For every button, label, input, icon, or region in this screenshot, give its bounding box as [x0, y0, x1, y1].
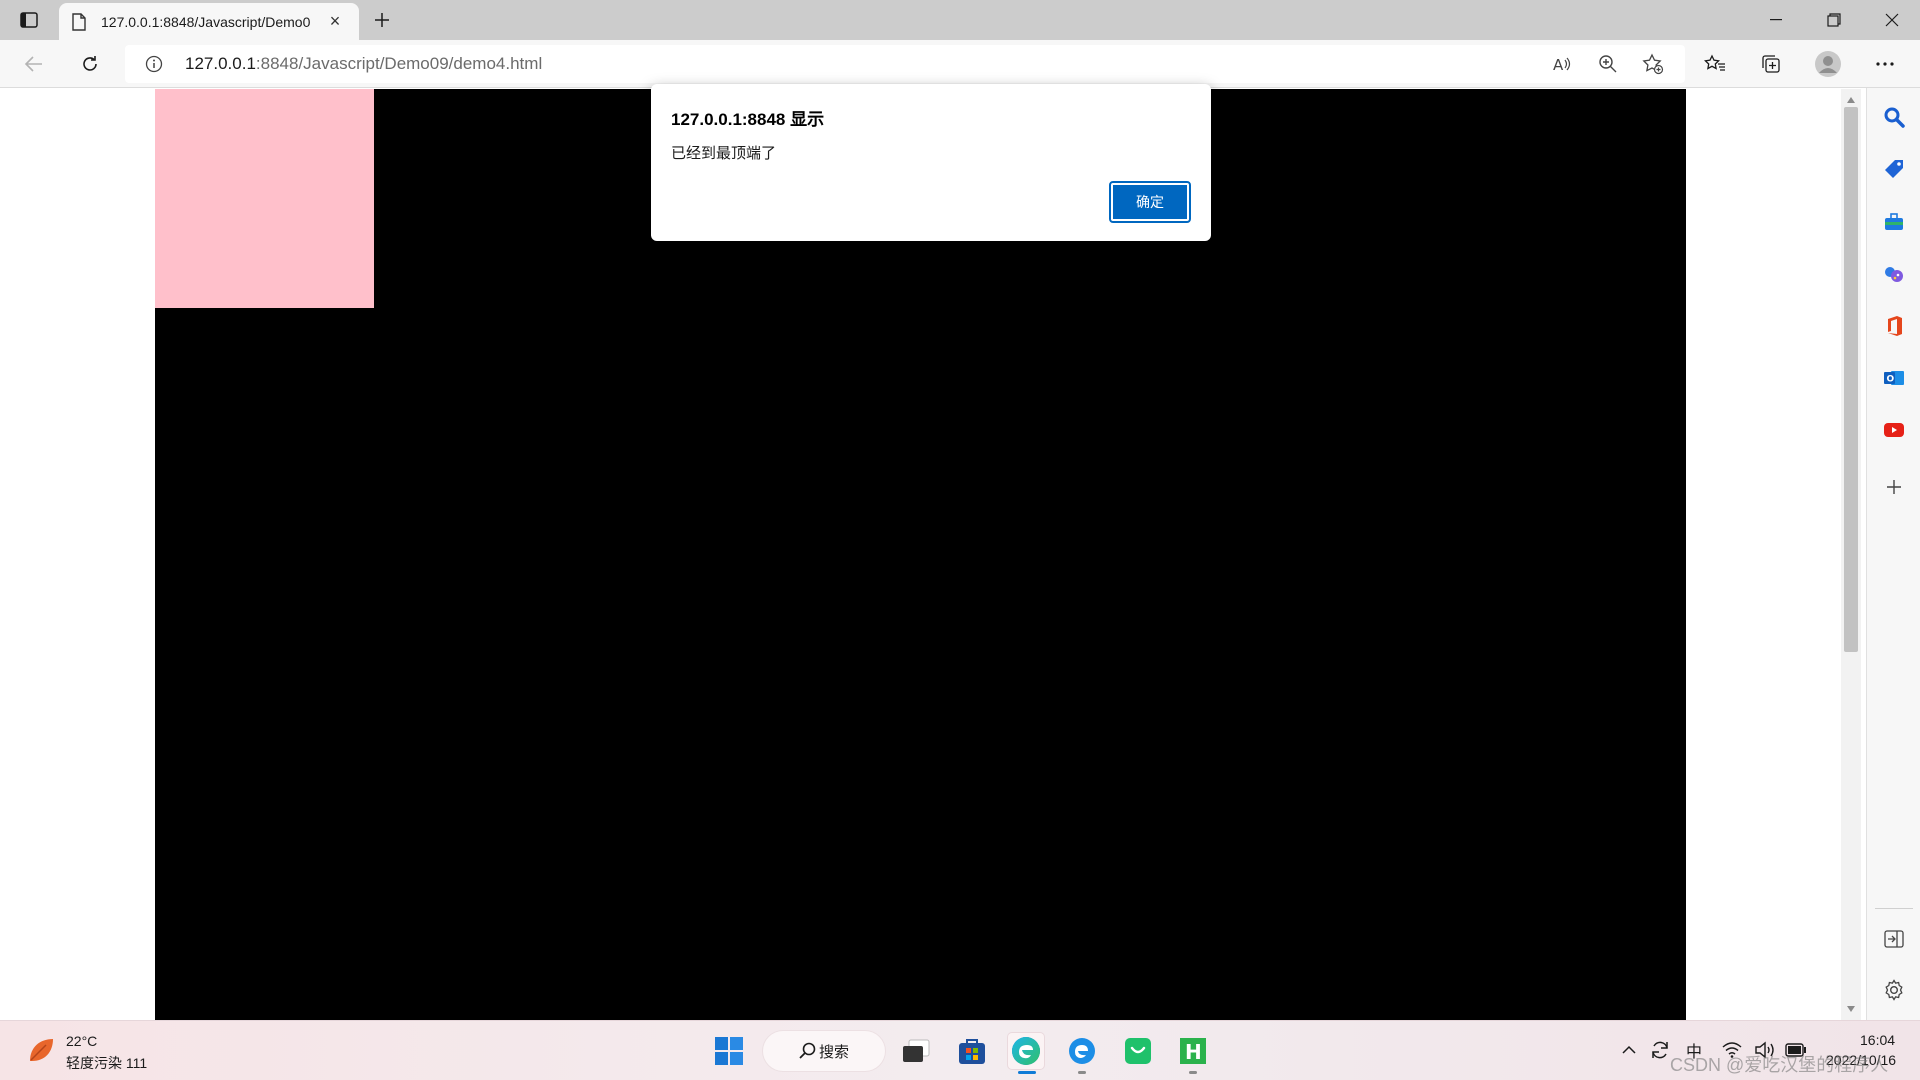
collections-icon[interactable]: [1755, 48, 1787, 80]
taskbar-search[interactable]: 搜索: [763, 1031, 885, 1071]
office-icon[interactable]: [1880, 312, 1908, 340]
scroll-down-arrow[interactable]: [1847, 1006, 1855, 1012]
svg-text:H: H: [1185, 1040, 1202, 1064]
tab-bar: 127.0.0.1:8848/Javascript/Demo0 ×: [0, 0, 1920, 40]
task-view-icon[interactable]: [898, 1033, 934, 1069]
settings-gear-icon[interactable]: [1880, 976, 1908, 1004]
ie-running-indicator: [1078, 1071, 1086, 1074]
youtube-icon[interactable]: [1880, 416, 1908, 444]
refresh-icon[interactable]: [74, 48, 106, 80]
ie-edge-icon[interactable]: [1064, 1033, 1100, 1069]
url-path: :8848/Javascript/Demo09/demo4.html: [255, 54, 543, 73]
hbuilder-icon[interactable]: H: [1175, 1033, 1211, 1069]
chevron-up-icon[interactable]: [1616, 1037, 1642, 1063]
back-arrow-icon[interactable]: [18, 48, 50, 80]
alert-title: 127.0.0.1:8848 显示: [671, 110, 825, 129]
games-icon[interactable]: [1880, 260, 1908, 288]
add-icon[interactable]: [1880, 473, 1908, 501]
more-icon[interactable]: [1869, 48, 1901, 80]
alert-message: 已经到最顶端了: [671, 145, 777, 162]
address-bar[interactable]: 127.0.0.1:8848/Javascript/Demo09/demo4.h…: [125, 45, 1685, 83]
scroll-thumb[interactable]: [1844, 107, 1858, 652]
start-icon[interactable]: [711, 1033, 747, 1069]
restore-button[interactable]: [1806, 0, 1862, 40]
browser-toolbar: 127.0.0.1:8848/Javascript/Demo09/demo4.h…: [0, 40, 1920, 88]
new-tab-button[interactable]: [368, 6, 396, 34]
profile-icon[interactable]: [1812, 48, 1844, 80]
alert-dialog: 127.0.0.1:8848 显示 已经到最顶端了 确定: [651, 84, 1211, 241]
weather-description[interactable]: 轻度污染 111: [66, 1053, 147, 1073]
search-label: 搜索: [819, 1043, 850, 1061]
favorites-icon[interactable]: [1699, 48, 1731, 80]
minimize-button[interactable]: [1748, 0, 1804, 40]
weather-temperature[interactable]: 22°C: [66, 1033, 97, 1049]
csdn-watermark: CSDN @爱吃汉堡的程序人: [1670, 1055, 1889, 1075]
url-text[interactable]: 127.0.0.1:8848/Javascript/Demo09/demo4.h…: [185, 54, 542, 74]
search-icon[interactable]: [1880, 103, 1908, 131]
svg-text:A: A: [1553, 56, 1564, 74]
document-icon: [72, 12, 86, 31]
scroll-up-arrow[interactable]: [1847, 97, 1855, 103]
tab-actions-icon[interactable]: [14, 9, 44, 31]
close-window-button[interactable]: [1864, 0, 1920, 40]
vertical-scrollbar[interactable]: [1841, 89, 1861, 1020]
read-aloud-icon[interactable]: A: [1548, 50, 1576, 78]
active-tab[interactable]: 127.0.0.1:8848/Javascript/Demo0 ×: [59, 3, 359, 40]
favorite-add-icon[interactable]: [1639, 50, 1667, 78]
edge-sidebar: O: [1866, 88, 1920, 1020]
shopping-tag-icon[interactable]: [1880, 155, 1908, 183]
zoom-in-icon[interactable]: [1594, 50, 1622, 78]
hbuilder-running-indicator: [1189, 1071, 1197, 1074]
svg-text:O: O: [1887, 375, 1895, 385]
edge-icon[interactable]: [1008, 1033, 1044, 1069]
clock-time[interactable]: 16:04: [1860, 1032, 1895, 1048]
windows-taskbar: 22°C 轻度污染 111 搜索 H 中 16:04 2022/10/16 CS…: [0, 1020, 1920, 1080]
tab-close-icon[interactable]: ×: [323, 10, 347, 34]
tab-title: 127.0.0.1:8848/Javascript/Demo0: [101, 13, 311, 30]
outlook-icon[interactable]: O: [1880, 364, 1908, 392]
edge-active-indicator: [1018, 1071, 1036, 1074]
sidebar-divider: [1875, 908, 1913, 909]
info-icon[interactable]: [145, 55, 163, 73]
tools-icon[interactable]: [1880, 208, 1908, 236]
wechat-work-icon[interactable]: [1120, 1033, 1156, 1069]
search-icon: [799, 1042, 816, 1059]
hide-sidebar-icon[interactable]: [1880, 925, 1908, 953]
store-icon[interactable]: [954, 1033, 990, 1069]
pink-box: [155, 89, 374, 308]
ok-button[interactable]: 确定: [1109, 181, 1191, 223]
weather-leaf-icon[interactable]: [26, 1035, 56, 1065]
url-host: 127.0.0.1: [185, 54, 256, 73]
